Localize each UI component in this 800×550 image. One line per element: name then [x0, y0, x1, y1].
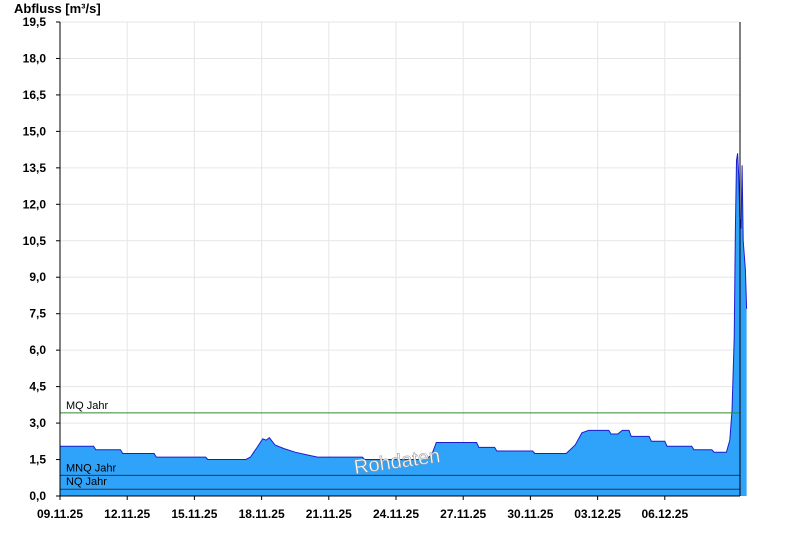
x-tick-label: 30.11.25 [507, 507, 553, 521]
y-tick-label: 13,5 [23, 161, 47, 175]
x-tick-label: 06.12.25 [641, 507, 688, 521]
reference-label: MNQ Jahr [66, 462, 116, 474]
x-tick-label: 09.11.25 [37, 507, 83, 521]
y-tick-label: 12,0 [23, 197, 47, 211]
y-tick-label: 0,0 [29, 489, 46, 503]
y-tick-label: 19,5 [23, 15, 47, 29]
discharge-line [60, 153, 748, 460]
x-tick-label: 12.11.25 [104, 507, 150, 521]
hydrograph-chart: Abfluss [m³/s] MQ Jahr MNQ Jahr NQ Jahr 0,… [14, 1, 748, 521]
axes [56, 21, 741, 500]
y-tick-label: 16,5 [23, 88, 47, 102]
y-axis-label: Abfluss [m³/s] [14, 1, 101, 16]
y-tick-label: 15,0 [23, 124, 47, 138]
grid-layer [60, 21, 740, 496]
y-tick-label: 3,0 [29, 416, 46, 430]
y-tick-label: 6,0 [29, 343, 46, 357]
reference-label: MQ Jahr [66, 400, 109, 412]
x-tick-label: 27.11.25 [440, 507, 486, 521]
x-tick-label: 03.12.25 [574, 507, 621, 521]
y-tick-label: 7,5 [29, 307, 46, 321]
y-tick-label: 18,0 [23, 51, 47, 65]
y-tick-label: 10,5 [23, 234, 47, 248]
reference-label: NQ Jahr [66, 476, 107, 488]
y-tick-label: 4,5 [29, 380, 46, 394]
x-tick-label: 24.11.25 [373, 507, 419, 521]
x-tick-label: 15.11.25 [171, 507, 217, 521]
y-tick-label: 9,0 [29, 270, 46, 284]
x-tick-label: 21.11.25 [306, 507, 352, 521]
x-tick-label: 18.11.25 [239, 507, 285, 521]
y-tick-label: 1,5 [29, 453, 46, 467]
